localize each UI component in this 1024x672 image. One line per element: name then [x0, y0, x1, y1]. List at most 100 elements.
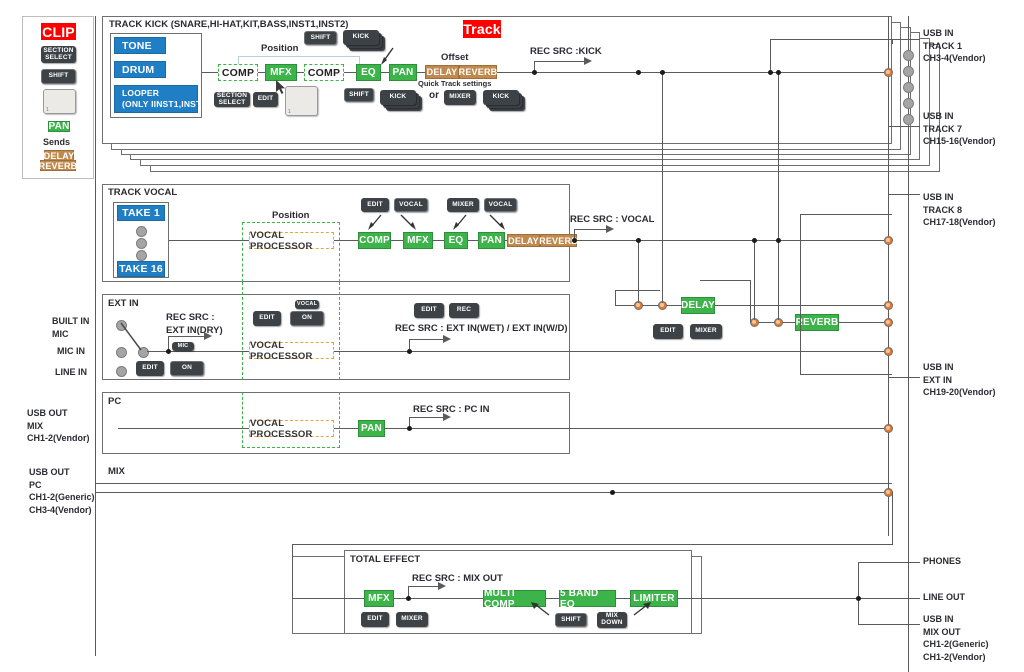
kick-delay-block[interactable]: DELAY [425, 65, 459, 79]
total-5band-eq-block[interactable]: 5 BAND EQ [559, 588, 616, 610]
kick-button-alt-1[interactable]: KICK [483, 90, 519, 105]
ext-in-dry-arrowhead [204, 332, 212, 340]
vocal-mfx-block[interactable]: MFX [403, 232, 433, 249]
vocal-comp-block[interactable]: COMP [358, 232, 391, 249]
kick-mfx-block[interactable]: MFX [265, 64, 297, 81]
ext-in-on-button-low[interactable]: ON [170, 361, 204, 376]
pc-title: PC [108, 396, 122, 407]
left-label-usb-out-mix: USB OUT MIX CH1-2(Vendor) [27, 408, 90, 443]
bottom-out-riser [858, 562, 860, 624]
right-label-usb-in-track1: USB IN TRACK 1 CH3-4(Vendor) [923, 28, 986, 63]
right-label-usb-in-track8: USB IN TRACK 8 CH17-18(Vendor) [923, 192, 996, 227]
total-mfx-block[interactable]: MFX [364, 590, 394, 607]
tap-kick-delay [636, 70, 641, 75]
pc-recsrc-tap [407, 426, 412, 431]
vocal-vocal-button-2[interactable]: VOCAL [484, 198, 517, 212]
right-sep-3 [888, 194, 920, 196]
ext-in-switch-lever [120, 322, 142, 351]
vocal-recsrc-arrowhead [606, 225, 614, 233]
pc-recsrc-arrowhead [443, 413, 451, 421]
pc-pan-block[interactable]: PAN [358, 420, 385, 437]
track-kick-source-drum[interactable]: DRUM [114, 61, 166, 78]
kick-ret-tap [768, 70, 773, 75]
total-mixdown-button[interactable]: MIX DOWN [597, 612, 627, 628]
kick-reverb-block[interactable]: REVERB [459, 65, 497, 79]
reverb-feed-v-b [778, 72, 780, 320]
vocal-processor-block[interactable]: VOCAL PROCESSOR [249, 230, 334, 252]
mix-wire-top [95, 483, 892, 485]
kick-quick-settings-label: Quick Track settings [418, 79, 492, 88]
legend-pad[interactable] [43, 89, 76, 114]
kick-shift-button-top[interactable]: SHIFT [304, 31, 337, 45]
lineout-wire [858, 598, 920, 600]
total-shift-button[interactable]: SHIFT [555, 613, 587, 627]
bus-edit-button[interactable]: EDIT [653, 324, 683, 339]
ext-in-dry-tap [166, 349, 171, 354]
track-kick-source-looper[interactable]: LOOPER (ONLY IINST1,INST2) [114, 85, 209, 113]
reverb-in-riser-h [700, 280, 751, 282]
ext-in-edit-button-wet[interactable]: EDIT [414, 303, 444, 318]
pc-recsrc-arm [409, 417, 445, 419]
tap-vocal-rv2 [776, 238, 781, 243]
total-arrow-shift-to-multicomp [531, 602, 550, 616]
kick-recsrc-arrowhead [584, 57, 592, 65]
pc-wire-main [118, 428, 892, 430]
vocal-mixer-button[interactable]: MIXER [447, 198, 479, 212]
ext-in-recsrc-wet-label: REC SRC : EXT IN(WET) / EXT IN(W/D) [395, 323, 568, 334]
take-knob-1 [136, 226, 147, 237]
kick-recsrc-arm [534, 61, 586, 63]
kick-pan-block[interactable]: PAN [389, 64, 417, 81]
kick-eq-block[interactable]: EQ [356, 64, 381, 81]
mix-wire-main [95, 492, 892, 494]
total-edit-button[interactable]: EDIT [361, 612, 389, 627]
tap-kick-reverb [660, 70, 665, 75]
total-recsrc-arm [408, 586, 440, 588]
take-knob-3 [136, 250, 147, 261]
total-arrow-mixdown-to-limiter [633, 602, 651, 616]
ext-in-dashed-region [242, 282, 340, 380]
kick-comp1-block[interactable]: COMP [218, 64, 258, 81]
ext-in-bus-riser [800, 214, 802, 374]
vocal-arrow-vocal-to-mfx [400, 214, 416, 230]
legend-section-select-button[interactable]: SECTION SELECT [41, 46, 76, 63]
kick-ret-h-1 [770, 39, 892, 41]
kick-button-bot-1[interactable]: KICK [380, 90, 416, 105]
kick-shift-button-bottom[interactable]: SHIFT [344, 88, 374, 102]
mix-to-total-riser [892, 492, 894, 544]
ext-in-wet-arrowhead [443, 335, 451, 343]
right-track-knob-5 [903, 114, 914, 125]
ext-in-vocal-processor-block[interactable]: VOCAL PROCESSOR [249, 340, 334, 362]
bus-mixer-button[interactable]: MIXER [690, 324, 722, 339]
left-label-usb-out-pc: USB OUT PC CH1-2(Generic) CH3-4(Vendor) [29, 467, 95, 515]
legend-shift-button[interactable]: SHIFT [41, 69, 76, 84]
total-mixer-button[interactable]: MIXER [396, 612, 428, 627]
left-label-built-in-mic: BUILT IN MIC [52, 316, 90, 339]
ext-in-rec-button[interactable]: REC [449, 303, 479, 318]
vocal-edit-button[interactable]: EDIT [361, 198, 389, 212]
kick-section-select-button[interactable]: SECTION SELECT [214, 92, 250, 107]
delay-feed-v-b [662, 72, 664, 303]
ext-in-mic-cap-button[interactable]: MIC [172, 342, 194, 351]
kick-comp2-block[interactable]: COMP [304, 64, 344, 81]
kick-pad[interactable] [285, 86, 318, 116]
ext-in-knob-linein[interactable] [116, 366, 127, 377]
track-vocal-take-last[interactable]: TAKE 16 [117, 261, 165, 277]
pc-vocal-processor-block[interactable]: VOCAL PROCESSOR [249, 418, 334, 440]
track-kick-source-tone[interactable]: TONE [114, 37, 166, 54]
right-label-usb-in-mixout: USB IN MIX OUT CH1-2(Generic) CH1-2(Vend… [923, 614, 989, 662]
bus-delay-block[interactable]: DELAY [681, 297, 715, 314]
ext-in-to-bus [800, 374, 892, 376]
delay-out-riser [615, 290, 617, 306]
bus-reverb-block[interactable]: REVERB [795, 314, 839, 331]
left-label-line-in: LINE IN [55, 367, 88, 377]
vocal-eq-block[interactable]: EQ [444, 232, 468, 249]
vocal-pan-block[interactable]: PAN [478, 232, 505, 249]
ext-in-edit-button-low[interactable]: EDIT [136, 361, 164, 376]
vocal-delay-block[interactable]: DELAY [507, 234, 540, 247]
kick-mixer-button[interactable]: MIXER [444, 90, 476, 105]
vocal-position-label: Position [272, 210, 310, 221]
kick-edit-button[interactable]: EDIT [253, 92, 278, 107]
kick-button-top-1[interactable]: KICK [343, 30, 379, 45]
track-vocal-take-first[interactable]: TAKE 1 [117, 205, 165, 221]
vocal-vocal-button-1[interactable]: VOCAL [394, 198, 428, 212]
